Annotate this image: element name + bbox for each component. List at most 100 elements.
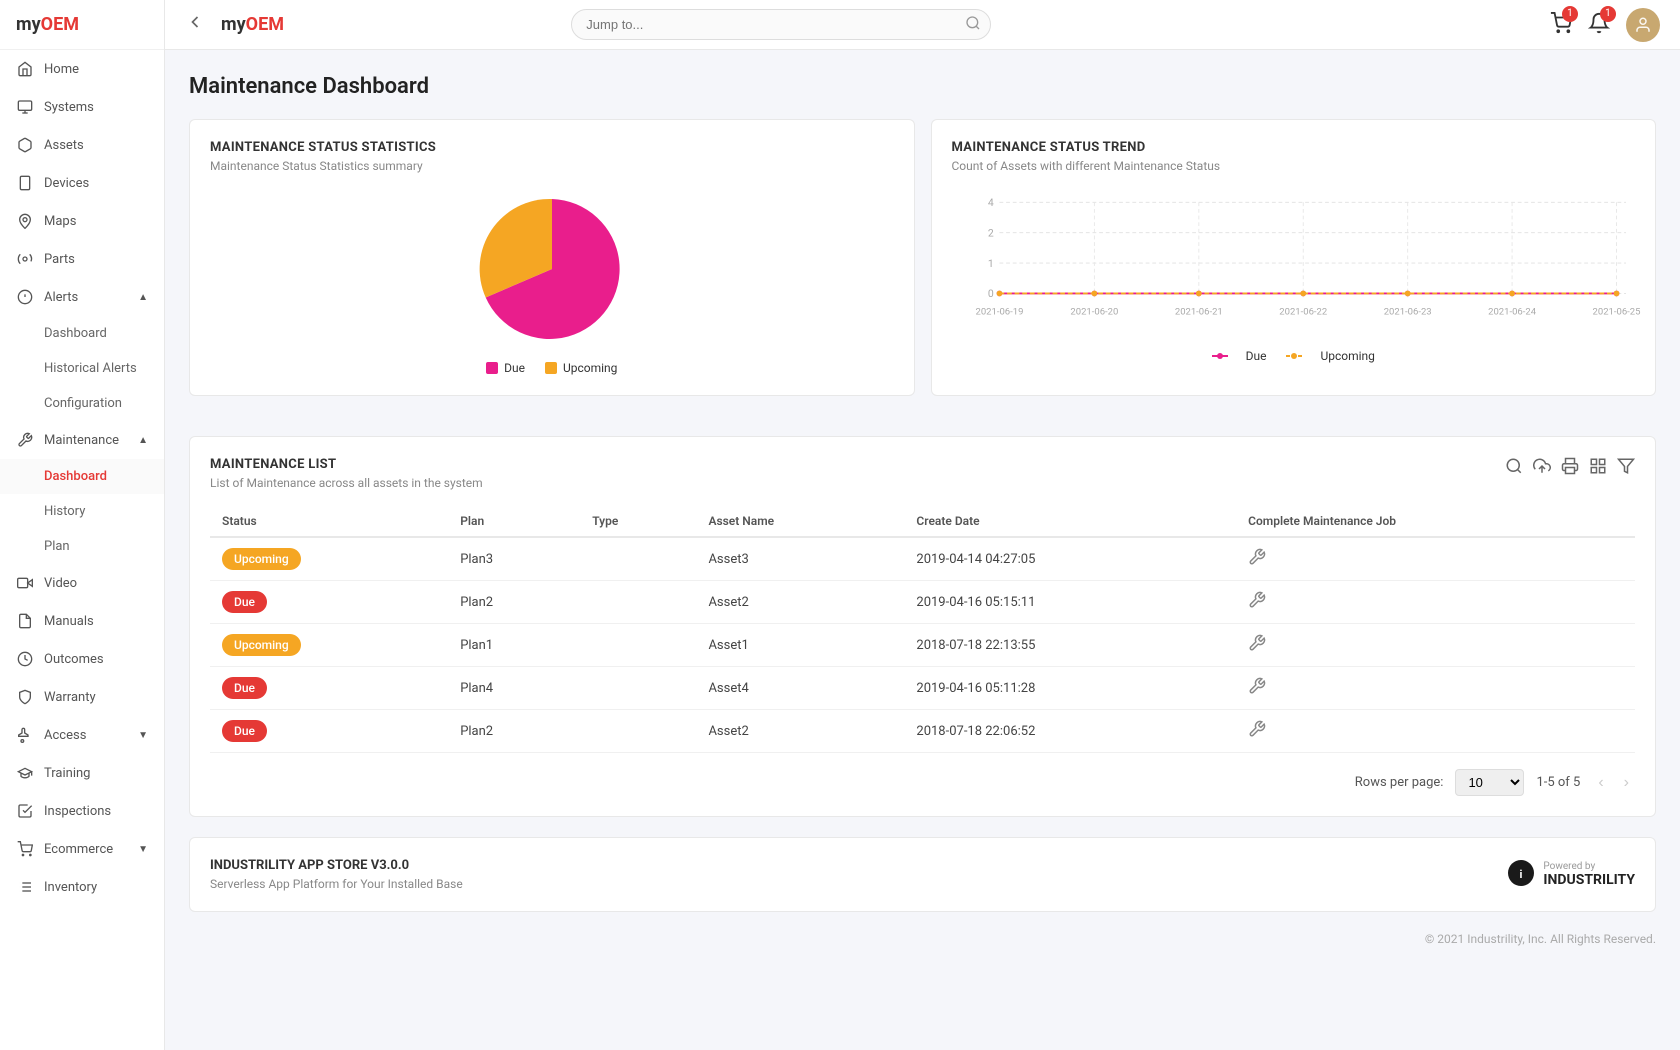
legend-due-label: Due <box>504 361 525 375</box>
upload-icon[interactable] <box>1533 457 1551 479</box>
sidebar-item-warranty[interactable]: Warranty <box>0 678 164 716</box>
status-badge: Upcoming <box>222 634 301 656</box>
access-icon <box>16 726 34 744</box>
sidebar-item-inventory[interactable]: Inventory <box>0 868 164 906</box>
app-store-subtitle: Serverless App Platform for Your Install… <box>210 877 463 891</box>
sidebar-nav: Home Systems Assets Devices <box>0 50 164 1050</box>
next-page-button[interactable]: › <box>1618 772 1635 794</box>
svg-text:4: 4 <box>987 196 993 209</box>
sidebar-item-video-label: Video <box>44 576 77 591</box>
svg-text:2: 2 <box>987 226 993 239</box>
col-action: Complete Maintenance Job <box>1236 506 1635 537</box>
ecommerce-expand-icon: ▼ <box>138 844 148 855</box>
pagination-range: 1-5 of 5 <box>1536 775 1580 790</box>
prev-page-button[interactable]: ‹ <box>1592 772 1609 794</box>
sidebar-item-video[interactable]: Video <box>0 564 164 602</box>
trend-legend-due: Due <box>1212 349 1267 363</box>
cell-status: Upcoming <box>210 537 448 581</box>
sidebar-item-maps[interactable]: Maps <box>0 202 164 240</box>
sidebar-item-parts[interactable]: Parts <box>0 240 164 278</box>
systems-icon <box>16 98 34 116</box>
devices-icon <box>16 174 34 192</box>
notif-icon-btn[interactable]: 1 <box>1588 12 1610 38</box>
cell-action <box>1236 624 1635 667</box>
sidebar-item-access-label: Access <box>44 728 86 743</box>
sidebar-item-maint-plan[interactable]: Plan <box>0 529 164 564</box>
sidebar-item-alerts[interactable]: Alerts ▲ <box>0 278 164 316</box>
cell-plan: Plan3 <box>448 537 580 581</box>
app-store-title: INDUSTRILITY APP STORE V3.0.0 <box>210 858 463 873</box>
sidebar-item-access[interactable]: Access ▼ <box>0 716 164 754</box>
sidebar-item-assets[interactable]: Assets <box>0 126 164 164</box>
complete-job-icon[interactable] <box>1248 598 1266 613</box>
stats-card-subtitle: Maintenance Status Statistics summary <box>210 159 894 173</box>
svg-text:0: 0 <box>987 287 993 300</box>
sidebar-item-warranty-label: Warranty <box>44 690 96 705</box>
cell-type <box>580 624 696 667</box>
complete-job-icon[interactable] <box>1248 641 1266 656</box>
complete-job-icon[interactable] <box>1248 684 1266 699</box>
sidebar-item-alerts-config[interactable]: Configuration <box>0 386 164 421</box>
sidebar-item-manuals[interactable]: Manuals <box>0 602 164 640</box>
cell-date: 2019-04-16 05:15:11 <box>904 581 1236 624</box>
print-icon[interactable] <box>1561 457 1579 479</box>
user-avatar[interactable] <box>1626 8 1660 42</box>
sidebar-item-historical-alerts-label: Historical Alerts <box>44 361 137 376</box>
search-input[interactable] <box>571 9 991 40</box>
list-header: MAINTENANCE LIST List of Maintenance acr… <box>210 457 1635 490</box>
status-badge: Due <box>222 591 267 613</box>
cell-date: 2018-07-18 22:06:52 <box>904 710 1236 753</box>
back-button[interactable] <box>185 12 205 37</box>
sidebar-item-ecommerce[interactable]: Ecommerce ▼ <box>0 830 164 868</box>
complete-job-icon[interactable] <box>1248 555 1266 570</box>
sidebar-item-maintenance[interactable]: Maintenance ▲ <box>0 421 164 459</box>
sidebar-item-devices[interactable]: Devices <box>0 164 164 202</box>
sidebar-item-systems[interactable]: Systems <box>0 88 164 126</box>
sidebar-item-maint-plan-label: Plan <box>44 539 70 554</box>
search-list-icon[interactable] <box>1505 457 1523 479</box>
sidebar-item-parts-label: Parts <box>44 252 75 267</box>
complete-job-icon[interactable] <box>1248 727 1266 742</box>
search-icon[interactable] <box>965 15 981 35</box>
cell-status: Upcoming <box>210 624 448 667</box>
page-title: Maintenance Dashboard <box>189 74 1656 99</box>
sidebar-item-ecommerce-label: Ecommerce <box>44 842 113 857</box>
sidebar-item-maint-history[interactable]: History <box>0 494 164 529</box>
inventory-icon <box>16 878 34 896</box>
sidebar-item-maint-dashboard[interactable]: Dashboard <box>0 459 164 494</box>
sidebar-item-maint-history-label: History <box>44 504 85 519</box>
sidebar-item-outcomes[interactable]: Outcomes <box>0 640 164 678</box>
sidebar-item-alerts-dashboard[interactable]: Dashboard <box>0 316 164 351</box>
sidebar-item-systems-label: Systems <box>44 100 94 115</box>
sidebar-item-home[interactable]: Home <box>0 50 164 88</box>
columns-icon[interactable] <box>1589 457 1607 479</box>
col-type: Type <box>580 506 696 537</box>
pie-legend: Due Upcoming <box>486 361 617 375</box>
svg-text:2021-06-20: 2021-06-20 <box>1070 306 1118 317</box>
home-icon <box>16 60 34 78</box>
pie-chart-container: Due Upcoming <box>210 189 894 375</box>
cell-plan: Plan2 <box>448 710 580 753</box>
cell-type <box>580 581 696 624</box>
rows-per-page-select[interactable]: 10 25 50 <box>1455 769 1524 796</box>
filter-icon[interactable] <box>1617 457 1635 479</box>
status-badge: Due <box>222 720 267 742</box>
sidebar-item-historical-alerts[interactable]: Historical Alerts <box>0 351 164 386</box>
trend-card-title: MAINTENANCE STATUS TREND <box>952 140 1636 155</box>
access-expand-icon: ▼ <box>138 730 148 741</box>
powered-by-text-group: Powered by INDUSTRILITY <box>1543 861 1635 888</box>
trend-legend-upcoming: Upcoming <box>1286 349 1374 363</box>
svg-text:2021-06-23: 2021-06-23 <box>1383 306 1431 317</box>
table-header-row: Status Plan Type Asset Name Create Date … <box>210 506 1635 537</box>
status-badge: Due <box>222 677 267 699</box>
parts-icon <box>16 250 34 268</box>
due-color-dot <box>486 362 498 374</box>
video-icon <box>16 574 34 592</box>
trend-card: MAINTENANCE STATUS TREND Count of Assets… <box>931 119 1657 396</box>
cell-status: Due <box>210 667 448 710</box>
sidebar-item-inspections[interactable]: Inspections <box>0 792 164 830</box>
svg-text:2021-06-22: 2021-06-22 <box>1279 306 1327 317</box>
cart-icon-btn[interactable]: 1 <box>1550 12 1572 38</box>
sidebar-item-training[interactable]: Training <box>0 754 164 792</box>
table-row: Due Plan2 Asset2 2018-07-18 22:06:52 <box>210 710 1635 753</box>
